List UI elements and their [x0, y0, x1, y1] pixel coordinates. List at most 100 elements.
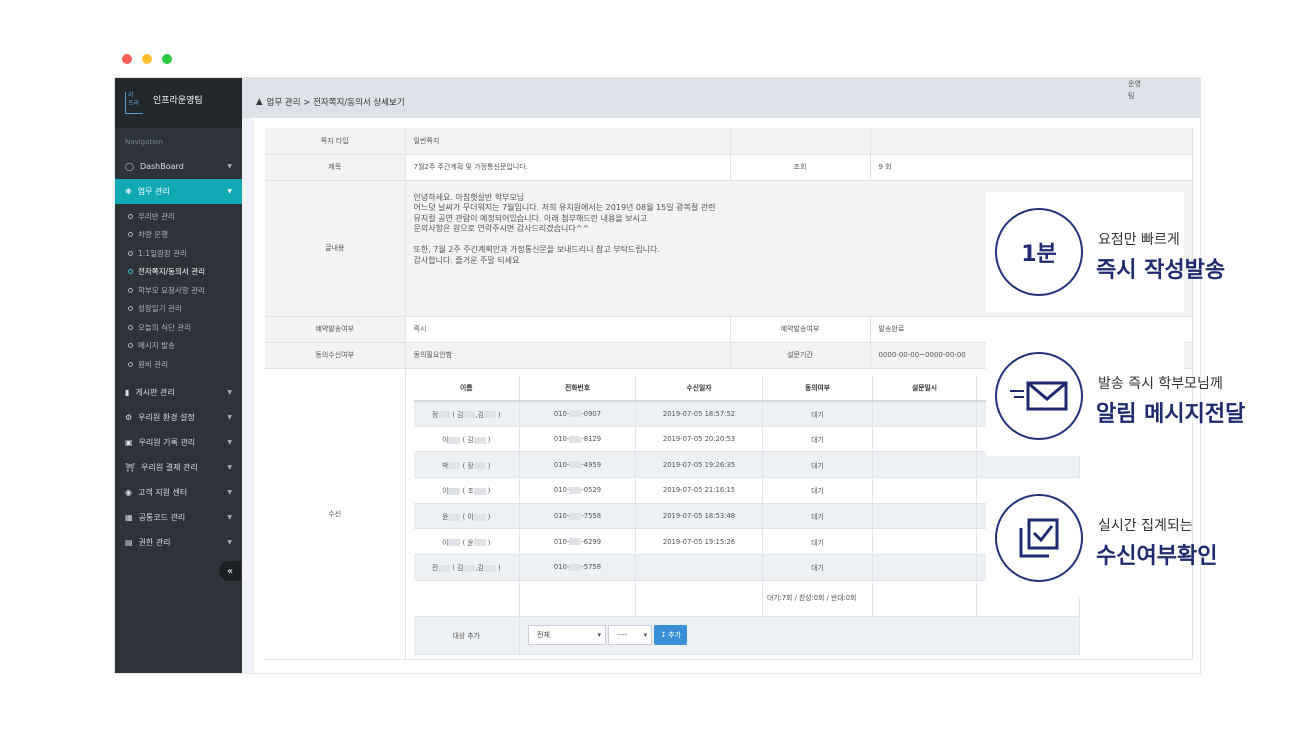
caret-down-icon: ▼ [227, 538, 232, 546]
feature-receipt-check: 실시간 집계되는 수신여부확인 [986, 478, 1217, 598]
recipient-row: 이 ( 조 ) 010- -0529 2019-07-05 21:16:15 대기 [413, 477, 1080, 504]
gears-icon: ⚙ [125, 412, 133, 422]
recipient-row: 박 ( 장 ) 010- -4959 2019-07-05 19:26:35 대기 [413, 451, 1080, 479]
submenu-item[interactable]: 우리반 관리 [115, 207, 242, 226]
consent-value: 동의필요안함 [405, 342, 731, 369]
circle-icon [128, 306, 133, 312]
add-target-row: 대상 추가 전체 ▾ ---- ▾ ↧ 추가 [413, 616, 1080, 655]
recipient-row: 정 ( 김 ,김 ) 010- -0907 2019-07-05 18:57:52 … [413, 400, 1080, 427]
breadcrumb: ▲ 업무 관리 > 전자쪽지/동의서 상세보기 [256, 96, 405, 108]
reserve-label-2: 예약발송여부 [730, 316, 871, 343]
caret-down-icon: ▼ [227, 438, 232, 446]
type-value: 일반쪽지 [405, 128, 731, 155]
views-label: 조회 [730, 154, 871, 181]
chat-icon: ◯ [125, 162, 134, 171]
menu-records[interactable]: ▣ 우리원 기록 관리 ▼ [115, 430, 242, 455]
menu-dashboard[interactable]: ◯ DashBoard ▼ [115, 154, 242, 179]
topbar: ▲ 업무 관리 > 전자쪽지/동의서 상세보기 운영팀 [242, 78, 1200, 118]
sidebar-collapse-button[interactable]: « [219, 561, 241, 581]
caret-down-icon: ▾ [643, 631, 648, 640]
recipients-header: 이름 전화번호 수신일자 동의여부 설문일시 [413, 374, 1080, 402]
add-target-label: 대상 추가 [413, 616, 520, 655]
gift-icon: ▦ [125, 512, 133, 522]
recipient-row: 이 ( 윤 ) 010- -6299 2019-07-05 19:15:26 대기 [413, 528, 1080, 556]
menu-label: DashBoard [139, 162, 184, 171]
circle-icon [128, 213, 133, 219]
add-button[interactable]: ↧ 추가 [654, 625, 688, 646]
submenu-item[interactable]: 메시지 발송 [115, 337, 242, 356]
summary-row: 대기:7회 / 찬성:0회 / 반대:0회 [413, 580, 1080, 617]
document-icon: ▮ [125, 387, 130, 397]
close-dot[interactable] [122, 54, 132, 64]
brand-name: 인프라운영팀 [153, 95, 203, 106]
submenu-item[interactable]: 원비 관리 [115, 355, 242, 374]
menu-codes[interactable]: ▦ 공통코드 관리 ▼ [115, 505, 242, 530]
reserve-label: 예약발송여부 [265, 316, 406, 343]
circle-icon [128, 232, 133, 238]
submenu-item[interactable]: 오늘의 식단 관리 [115, 318, 242, 337]
breadcrumb-text: 업무 관리 > 전자쪽지/동의서 상세보기 [266, 98, 405, 108]
group-select[interactable]: 전체 ▾ [528, 625, 606, 646]
menu-settings[interactable]: ⚙ 우리원 환경 설정 ▼ [115, 405, 242, 430]
circle-icon [128, 250, 133, 256]
menu-work[interactable]: ❋ 업무 관리 ▼ [115, 179, 242, 204]
submenu-item-current[interactable]: 전자쪽지/동의서 관리 [115, 263, 242, 282]
body-label: 글내용 [265, 180, 406, 317]
feature-notify: 발송 즉시 학부모님께 알림 메시지전달 [986, 336, 1245, 456]
user-menu[interactable]: 운영팀 [1128, 78, 1142, 102]
feature-quick-send: 1분 요점만 빠르게 즉시 작성발송 [986, 192, 1225, 312]
survey-label: 설문기간 [730, 342, 871, 369]
title-value: 7월2주 주간계획 및 가정통신문입니다. [405, 154, 731, 181]
circle-icon [128, 269, 133, 275]
caret-down-icon: ▼ [227, 163, 232, 170]
recipient-row: 이 ( 김 ) 010- -8129 2019-07-05 20:20:53 대기 [413, 426, 1080, 453]
bank-icon: ⛩ [125, 462, 136, 472]
menu-support[interactable]: ◉ 고객 지원 센터 ▼ [115, 480, 242, 505]
menu-board[interactable]: ▮ 게시판 관리 ▼ [115, 380, 242, 405]
detail-row: 제목 7월2주 주간계획 및 가정통신문입니다. 조회 9 회 [265, 154, 1193, 181]
work-submenu: 우리반 관리 차량 운행 1:1일림장 관리 전자쪽지/동의서 관리 학부모 요… [115, 204, 242, 380]
maximize-dot[interactable] [162, 54, 172, 64]
archive-icon: ▤ [125, 537, 133, 547]
one-minute-icon: 1분 [995, 208, 1083, 296]
brand: 리 프라 인프라운영팀 [115, 78, 242, 128]
circle-icon [128, 343, 133, 349]
type-label: 쪽지 타입 [265, 128, 406, 155]
recipient-row: 전 ( 김 ,김 ) 010- -5758 대기 [413, 554, 1080, 581]
checklist-icon [995, 494, 1083, 582]
submenu-item[interactable]: 1:1일림장 관리 [115, 244, 242, 263]
sidebar: 리 프라 인프라운영팀 Navigation ◯ DashBoard ▼ ❋ 업무… [115, 78, 242, 673]
cubes-icon: ▲ [256, 97, 263, 107]
headset-icon: ◉ [125, 487, 132, 497]
recipients-label: 수신 [265, 368, 406, 660]
views-value: 9 회 [870, 154, 1193, 181]
nav-caption: Navigation [125, 138, 163, 146]
chart-icon: ▣ [125, 437, 133, 447]
menu-label: 업무 관리 [137, 187, 170, 196]
caret-down-icon: ▼ [227, 188, 232, 195]
caret-down-icon: ▼ [227, 513, 232, 521]
submenu-item[interactable]: 성장일기 관리 [115, 300, 242, 319]
summary-text: 대기:7회 / 찬성:0회 / 반대:0회 [762, 580, 873, 617]
menu-payment[interactable]: ⛩ 우리원 결제 관리 ▼ [115, 455, 242, 480]
download-icon: ↧ [660, 631, 667, 640]
member-select[interactable]: ---- ▾ [608, 625, 653, 646]
circle-icon [128, 324, 133, 330]
recipients-table: 이름 전화번호 수신일자 동의여부 설문일시 정 ( 김 ,김 ) 010- -… [413, 374, 1080, 655]
caret-down-icon: ▼ [227, 488, 232, 496]
brand-logo: 리 프라 [125, 92, 143, 114]
caret-down-icon: ▾ [597, 631, 601, 640]
caret-down-icon: ▼ [227, 463, 232, 471]
caret-down-icon: ▼ [227, 388, 232, 396]
consent-label: 동의수신여부 [265, 342, 406, 369]
menu-permissions[interactable]: ▤ 권한 관리 ▼ [115, 530, 242, 555]
spinner-icon: ❋ [125, 187, 132, 196]
submenu-item[interactable]: 차량 운행 [115, 226, 242, 245]
minimize-dot[interactable] [142, 54, 152, 64]
reserve-value: 즉시 [405, 316, 731, 343]
detail-row: 쪽지 타입 일반쪽지 [265, 128, 1193, 155]
circle-icon [128, 361, 133, 367]
caret-down-icon: ▼ [227, 413, 232, 421]
circle-icon [128, 287, 133, 293]
submenu-item[interactable]: 학부모 요청사항 관리 [115, 281, 242, 300]
